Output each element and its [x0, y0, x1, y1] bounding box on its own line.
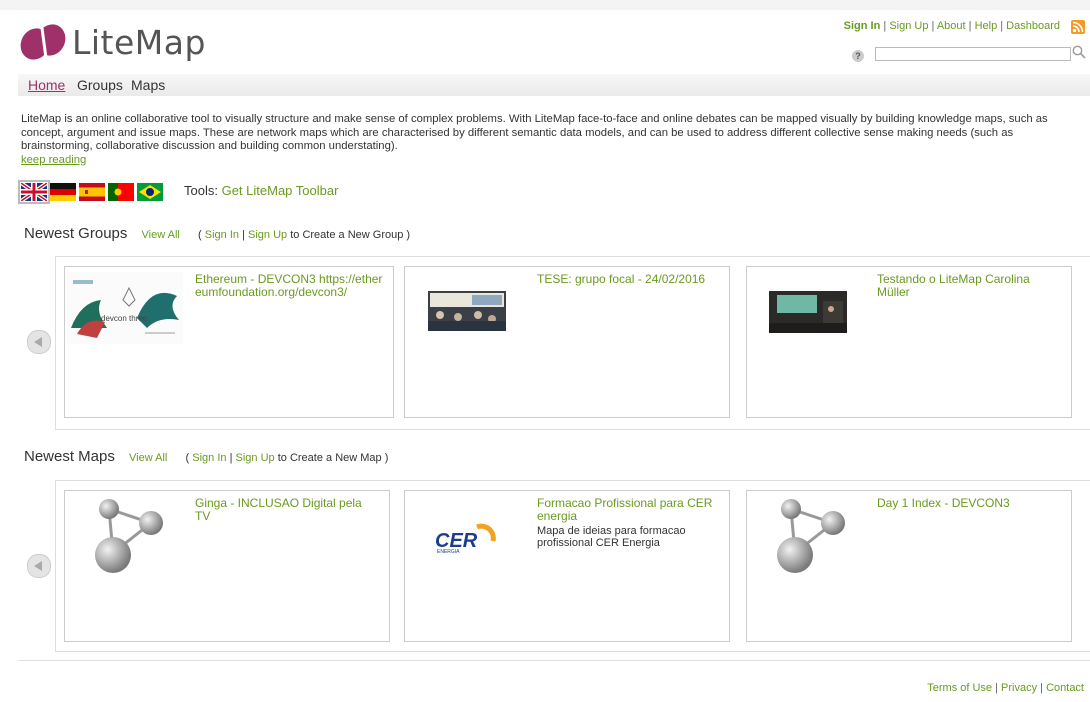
flag-germany-icon[interactable]: [50, 183, 76, 201]
maps-signup-link[interactable]: Sign Up: [236, 452, 275, 464]
map-title[interactable]: Ginga - INCLUSAO Digital pela TV: [195, 497, 375, 523]
separator: |: [968, 20, 972, 32]
separator: |: [229, 452, 233, 464]
map-description: Mapa de ideias para formacao profissiona…: [537, 525, 686, 549]
nav-maps[interactable]: Maps: [131, 77, 165, 93]
paren: (: [185, 452, 190, 464]
create-group-text: to Create a New Group ): [290, 229, 411, 241]
maps-create-hint: ( Sign In | Sign Up to Create a New Map …: [186, 452, 389, 464]
cer-energia-logo: CER ENERGIA: [431, 519, 501, 555]
groups-create-hint: ( Sign In | Sign Up to Create a New Grou…: [198, 229, 410, 241]
separator: |: [883, 20, 887, 32]
groups-prev-arrow-icon[interactable]: [27, 330, 51, 354]
intro-text-block: LiteMap is an online collaborative tool …: [21, 113, 1076, 167]
top-strip: [0, 0, 1090, 10]
rss-icon[interactable]: [1071, 20, 1085, 34]
groups-section-title: Newest Groups View All ( Sign In | Sign …: [24, 225, 410, 242]
separator: |: [242, 229, 245, 241]
group-thumbnail: [428, 291, 506, 331]
search-help-icon[interactable]: ?: [852, 50, 864, 62]
separator: |: [931, 20, 935, 32]
network-map-icon: [769, 495, 847, 575]
maps-view-all-link[interactable]: View All: [129, 452, 167, 464]
dashboard-link[interactable]: Dashboard: [1006, 20, 1060, 32]
terms-link[interactable]: Terms of Use: [927, 682, 992, 694]
search-input[interactable]: [875, 47, 1071, 61]
maps-section-title: Newest Maps View All ( Sign In | Sign Up…: [24, 448, 388, 465]
separator: |: [1040, 682, 1044, 694]
group-card[interactable]: Testando o LiteMap Carolina Müller: [746, 266, 1072, 418]
nav-home[interactable]: Home: [28, 77, 65, 93]
privacy-link[interactable]: Privacy: [1001, 682, 1037, 694]
map-card[interactable]: CER ENERGIA Formacao Profissional para C…: [404, 490, 730, 642]
cer-logo-subtext: ENERGIA: [437, 549, 460, 555]
nav-groups[interactable]: Groups: [77, 77, 123, 93]
section-heading: Newest Groups: [24, 225, 128, 242]
toolbar-link[interactable]: Get LiteMap Toolbar: [222, 183, 339, 198]
thumb-caption: devcon three: [101, 314, 148, 323]
map-title[interactable]: Formacao Profissional para CER energia: [537, 497, 722, 523]
create-map-text: to Create a New Map ): [277, 452, 389, 464]
group-title[interactable]: TESE: grupo focal - 24/02/2016: [537, 273, 717, 286]
map-title[interactable]: Day 1 Index - DEVCON3: [877, 497, 1057, 510]
contact-link[interactable]: Contact: [1046, 682, 1084, 694]
section-heading: Newest Maps: [24, 448, 115, 465]
keep-reading-link[interactable]: keep reading: [21, 154, 86, 166]
signup-link[interactable]: Sign Up: [889, 20, 928, 32]
groups-signup-link[interactable]: Sign Up: [248, 229, 287, 241]
maps-prev-arrow-icon[interactable]: [27, 554, 51, 578]
tools-line: Tools: Get LiteMap Toolbar: [184, 183, 338, 198]
help-link[interactable]: Help: [975, 20, 998, 32]
brand-name: LiteMap: [72, 22, 206, 62]
footer-links: Terms of Use | Privacy | Contact: [927, 682, 1084, 694]
group-thumbnail: [769, 291, 847, 333]
tools-label: Tools:: [184, 183, 218, 198]
group-title[interactable]: Ethereum - DEVCON3 https://ethereumfound…: [195, 273, 385, 299]
network-map-icon: [87, 495, 165, 575]
main-nav: Home Groups Maps: [18, 74, 1090, 96]
group-thumbnail: devcon three: [67, 272, 183, 344]
flag-portugal-icon[interactable]: [108, 183, 134, 201]
group-card[interactable]: devcon three Ethereum - DEVCON3 https://…: [64, 266, 394, 418]
map-card[interactable]: Ginga - INCLUSAO Digital pela TV: [64, 490, 390, 642]
maps-signin-link[interactable]: Sign In: [192, 452, 226, 464]
paren: (: [198, 229, 202, 241]
intro-text: LiteMap is an online collaborative tool …: [21, 113, 1048, 152]
group-title[interactable]: Testando o LiteMap Carolina Müller: [877, 273, 1057, 299]
top-links: Sign In | Sign Up | About | Help | Dashb…: [844, 20, 1060, 32]
separator: |: [1000, 20, 1004, 32]
groups-signin-link[interactable]: Sign In: [205, 229, 239, 241]
search-icon[interactable]: [1072, 45, 1086, 64]
language-flags: [18, 180, 163, 204]
groups-view-all-link[interactable]: View All: [142, 229, 180, 241]
about-link[interactable]: About: [937, 20, 966, 32]
flag-spain-icon[interactable]: [79, 183, 105, 201]
litemap-logo-icon: [18, 22, 68, 62]
group-card[interactable]: TESE: grupo focal - 24/02/2016: [404, 266, 730, 418]
map-card[interactable]: Day 1 Index - DEVCON3: [746, 490, 1072, 642]
separator: |: [995, 682, 998, 694]
litemap-logo[interactable]: LiteMap: [18, 20, 206, 64]
flag-uk-icon[interactable]: [18, 180, 50, 204]
signin-link[interactable]: Sign In: [844, 20, 881, 32]
footer-divider: [18, 660, 1090, 661]
flag-brazil-icon[interactable]: [137, 183, 163, 201]
